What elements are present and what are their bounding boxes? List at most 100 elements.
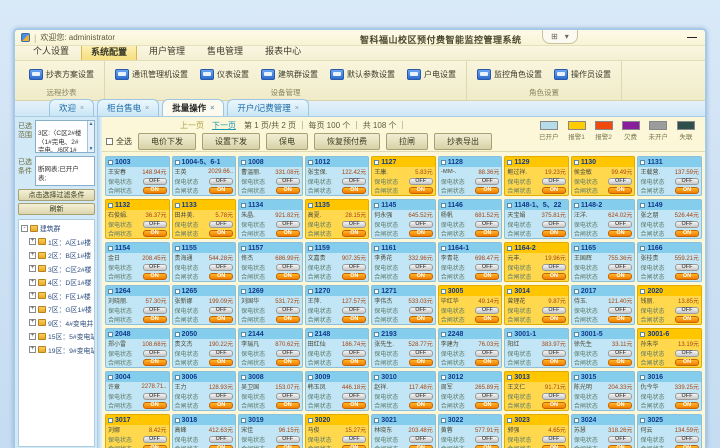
expand-icon[interactable]: + [29, 265, 36, 272]
breaker-status-toggle[interactable]: ON [209, 273, 233, 280]
card-checkbox[interactable] [241, 160, 246, 165]
supply-status-toggle[interactable]: OFF [143, 264, 167, 271]
meter-card[interactable]: 3014 曾理花 9.87元 保电状态 OFF 合闸状态 ON [504, 285, 569, 325]
supply-status-toggle[interactable]: OFF [542, 393, 566, 400]
meter-card[interactable]: 3022 黄蓉 577.91元 保电状态 OFF 合闸状态 ON [438, 414, 503, 448]
card-checkbox[interactable] [308, 375, 313, 380]
supply-status-toggle[interactable]: OFF [475, 264, 499, 271]
select-all-checkbox[interactable] [106, 138, 113, 145]
supply-status-toggle[interactable]: OFF [209, 221, 233, 228]
meter-card[interactable]: 1146 杨帆 681.52元 保电状态 OFF 合闸状态 ON [438, 199, 503, 239]
meter-card[interactable]: 1271 李伟杰 533.03元 保电状态 OFF 合闸状态 ON [371, 285, 436, 325]
meter-card[interactable]: 1166 张桂贵 559.21元 保电状态 OFF 合闸状态 ON [637, 242, 702, 282]
supply-status-toggle[interactable]: OFF [276, 221, 300, 228]
card-checkbox[interactable] [374, 418, 379, 423]
meter-card[interactable]: 3021 林晓东 203.48元 保电状态 OFF 合闸状态 ON [371, 414, 436, 448]
ribbon-button-2-1[interactable]: 操作员设置 [548, 66, 617, 83]
tree-root[interactable]: - 建筑群 [21, 223, 93, 233]
card-checkbox[interactable] [241, 203, 246, 208]
breaker-status-toggle[interactable]: ON [276, 230, 300, 237]
supply-status-toggle[interactable]: OFF [143, 178, 167, 185]
breaker-status-toggle[interactable]: ON [475, 230, 499, 237]
card-checkbox[interactable] [640, 289, 645, 294]
meter-card[interactable]: 1145 何永强 645.52元 保电状态 OFF 合闸状态 ON [371, 199, 436, 239]
breaker-status-toggle[interactable]: ON [143, 230, 167, 237]
supply-status-toggle[interactable]: OFF [409, 350, 433, 357]
supply-status-toggle[interactable]: OFF [608, 264, 632, 271]
toolbar-button-0[interactable]: 电价下发 [138, 133, 196, 150]
card-checkbox[interactable] [640, 332, 645, 337]
ribbon-button-1-4[interactable]: 户电设置 [401, 66, 462, 83]
meter-card[interactable]: 1134 朱晶. 921.82元 保电状态 OFF 合闸状态 ON [238, 199, 303, 239]
meter-card[interactable]: 2048 郑小雷 108.68元 保电状态 OFF 合闸状态 ON [105, 328, 170, 368]
supply-status-toggle[interactable]: OFF [276, 307, 300, 314]
supply-status-toggle[interactable]: OFF [342, 393, 366, 400]
breaker-status-toggle[interactable]: ON [608, 273, 632, 280]
breaker-status-toggle[interactable]: ON [542, 316, 566, 323]
breaker-status-toggle[interactable]: ON [143, 316, 167, 323]
meter-card[interactable]: 2020 钱丽. 13.85元 保电状态 OFF 合闸状态 ON [637, 285, 702, 325]
card-checkbox[interactable] [507, 160, 512, 165]
card-checkbox[interactable] [175, 375, 180, 380]
expand-icon[interactable]: + [29, 346, 36, 353]
breaker-status-toggle[interactable]: ON [409, 316, 433, 323]
meter-card[interactable]: 3005 毕红华 49.14元 保电状态 OFF 合闸状态 ON [438, 285, 503, 325]
supply-status-toggle[interactable]: OFF [608, 350, 632, 357]
choose-filter-button[interactable]: 点击选择过滤条件 [18, 189, 95, 201]
card-checkbox[interactable] [175, 289, 180, 294]
breaker-status-toggle[interactable]: ON [542, 187, 566, 194]
card-checkbox[interactable] [507, 203, 512, 208]
breaker-status-toggle[interactable]: ON [409, 402, 433, 409]
card-checkbox[interactable] [108, 246, 113, 251]
card-checkbox[interactable] [241, 289, 246, 294]
supply-status-toggle[interactable]: OFF [542, 307, 566, 314]
expand-icon[interactable]: + [29, 292, 36, 299]
card-checkbox[interactable] [374, 203, 379, 208]
breaker-status-toggle[interactable]: ON [342, 359, 366, 366]
doc-tab-2[interactable]: 批量操作 × [162, 99, 224, 116]
expand-icon[interactable]: + [29, 238, 36, 245]
breaker-status-toggle[interactable]: ON [342, 316, 366, 323]
tree-item-1[interactable]: + 2区：B区1#楼（B区... [29, 250, 93, 260]
breaker-status-toggle[interactable]: ON [608, 316, 632, 323]
card-checkbox[interactable] [640, 375, 645, 380]
card-checkbox[interactable] [308, 246, 313, 251]
doc-tab-1[interactable]: 柜台售电 × [97, 99, 159, 116]
breaker-status-toggle[interactable]: ON [143, 359, 167, 366]
breaker-status-toggle[interactable]: ON [143, 273, 167, 280]
selected-condition-listbox[interactable]: 断网表;已开户 表; [35, 156, 95, 186]
ribbon-button-1-0[interactable]: 通讯管理机设置 [109, 66, 194, 83]
card-checkbox[interactable] [441, 332, 446, 337]
breaker-status-toggle[interactable]: ON [276, 187, 300, 194]
breaker-status-toggle[interactable]: ON [475, 402, 499, 409]
supply-status-toggle[interactable]: OFF [608, 221, 632, 228]
supply-status-toggle[interactable]: OFF [675, 307, 699, 314]
meter-card[interactable]: 3013 王文仁 91.71元 保电状态 OFF 合闸状态 ON [504, 371, 569, 411]
toolbar-button-5[interactable]: 抄表导出 [434, 133, 492, 150]
supply-status-toggle[interactable]: OFF [475, 393, 499, 400]
breaker-status-toggle[interactable]: ON [276, 273, 300, 280]
supply-status-toggle[interactable]: OFF [209, 307, 233, 314]
card-checkbox[interactable] [108, 332, 113, 337]
supply-status-toggle[interactable]: OFF [675, 393, 699, 400]
breaker-status-toggle[interactable]: ON [475, 187, 499, 194]
supply-status-toggle[interactable]: OFF [342, 178, 366, 185]
card-checkbox[interactable] [574, 332, 579, 337]
meter-card[interactable]: 2248 李建为 76.03元 保电状态 OFF 合闸状态 ON [438, 328, 503, 368]
supply-status-toggle[interactable]: OFF [608, 436, 632, 443]
collapse-icon[interactable]: - [21, 225, 28, 232]
scroll-down-icon[interactable]: ▼ [89, 146, 94, 152]
card-checkbox[interactable] [108, 375, 113, 380]
selected-scope-listbox[interactable]: 3区:〈C区2#楼 〈1#完电、2# 完电、/6区1# ▲▼ [35, 120, 95, 153]
card-checkbox[interactable] [574, 246, 579, 251]
supply-status-toggle[interactable]: OFF [209, 350, 233, 357]
supply-status-toggle[interactable]: OFF [409, 178, 433, 185]
meter-card[interactable]: 2144 李瑞凡 870.62元 保电状态 OFF 合闸状态 ON [238, 328, 303, 368]
supply-status-toggle[interactable]: OFF [342, 307, 366, 314]
expand-icon[interactable]: + [29, 333, 36, 340]
breaker-status-toggle[interactable]: ON [675, 359, 699, 366]
breaker-status-toggle[interactable]: ON [209, 187, 233, 194]
breaker-status-toggle[interactable]: ON [342, 402, 366, 409]
card-checkbox[interactable] [574, 418, 579, 423]
supply-status-toggle[interactable]: OFF [675, 264, 699, 271]
